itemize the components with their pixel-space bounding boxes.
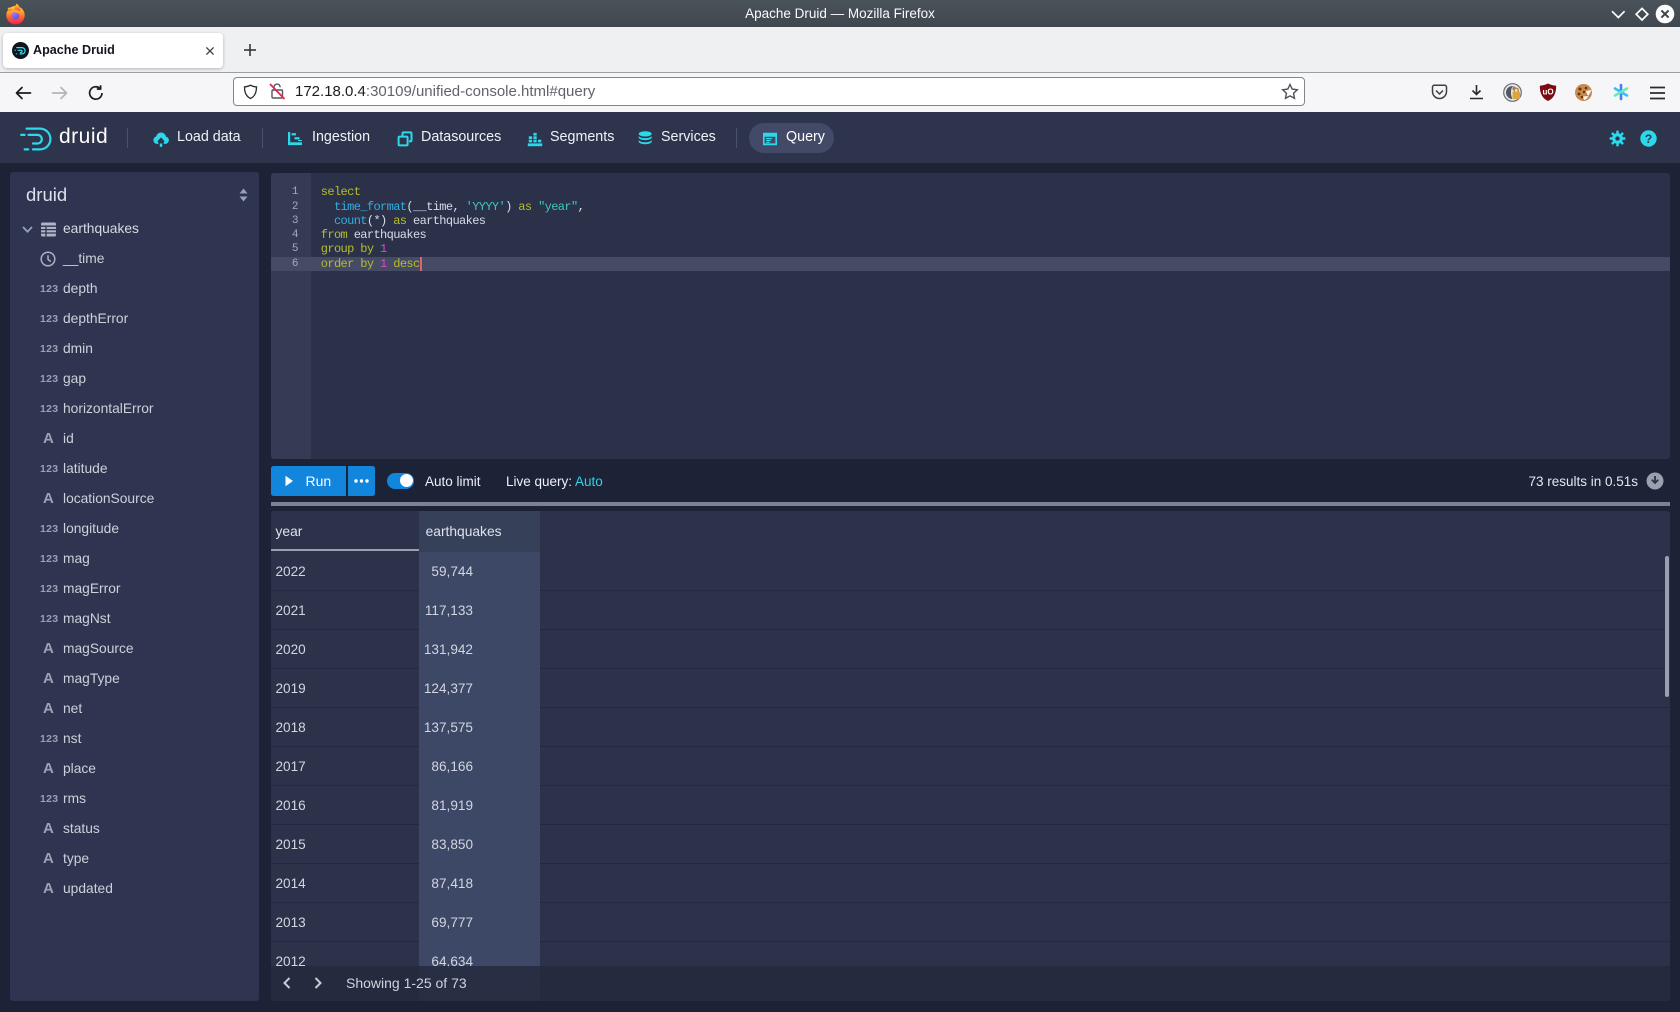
svg-text:uO: uO xyxy=(1542,88,1553,97)
svg-text:?: ? xyxy=(1645,132,1652,146)
